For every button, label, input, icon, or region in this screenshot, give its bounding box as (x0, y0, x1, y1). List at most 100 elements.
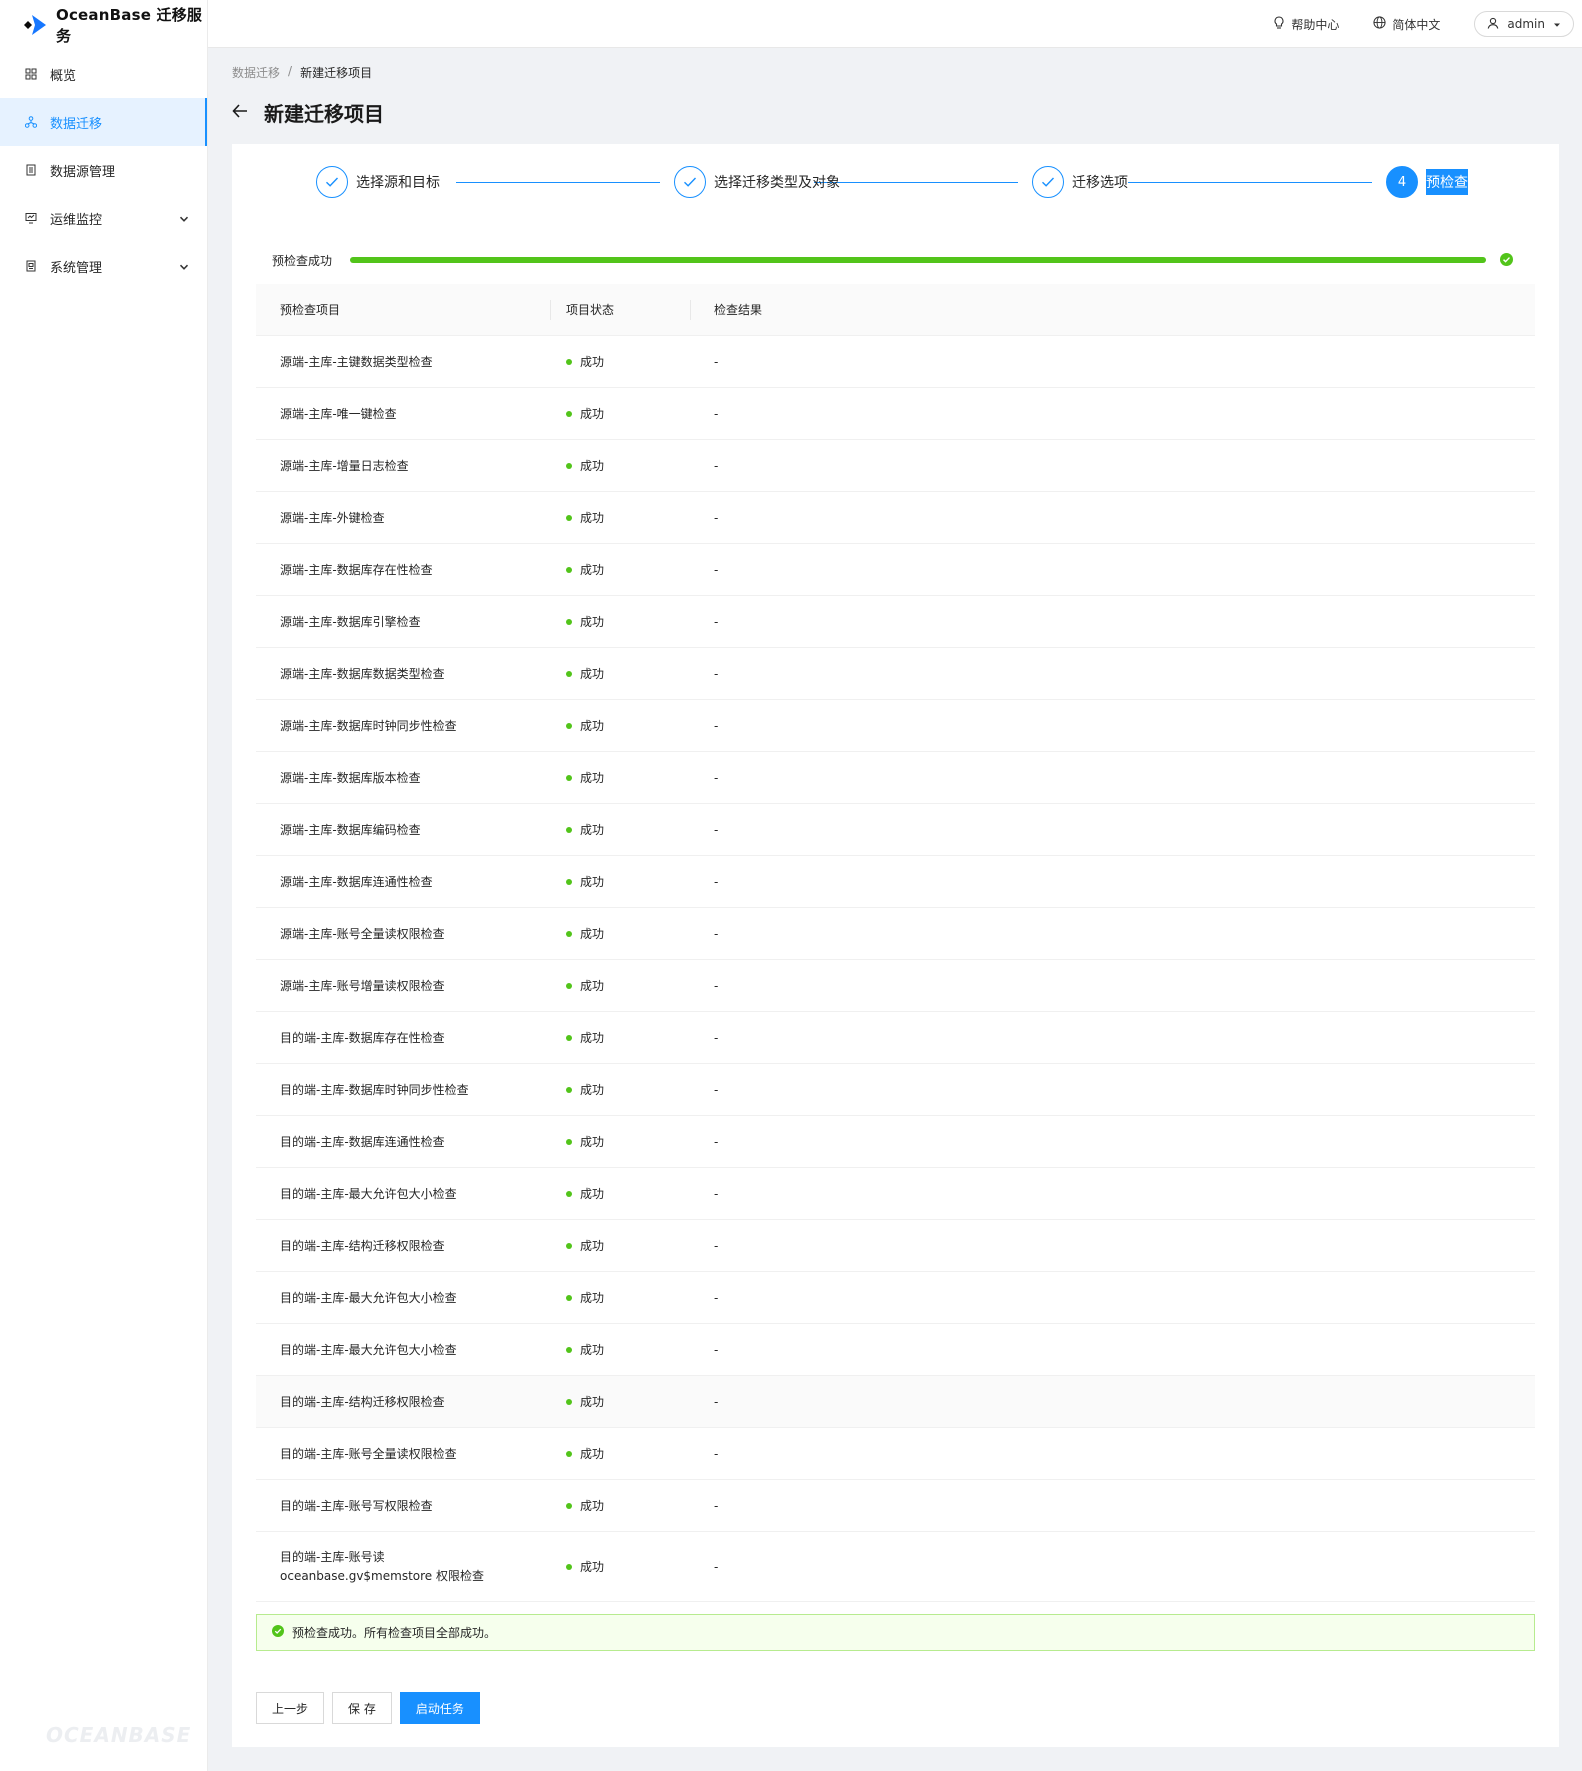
status-text: 成功 (580, 407, 605, 421)
status-cell: 成功 (550, 1558, 690, 1575)
precheck-item-name: 目的端-主库-账号全量读权限检查 (280, 1447, 457, 1461)
breadcrumb-separator: / (288, 64, 293, 78)
breadcrumb-parent[interactable]: 数据迁移 (232, 64, 280, 81)
user-name: admin (1507, 17, 1545, 31)
sidebar: OceanBase 迁移服务 概览 数据迁移 数据源管理 运维监控 系统管理 OCEAN… (0, 0, 208, 1771)
table-body: 源端-主库-主键数据类型检查 成功 - 源端-主库-唯一键检查 成功 - 源端-主库-增量日… (256, 336, 1535, 1602)
user-menu[interactable]: admin (1474, 11, 1574, 37)
globe-icon (1373, 16, 1386, 32)
progress-fill (350, 257, 1486, 263)
sidebar-item-5[interactable]: 系统管理 (0, 242, 207, 290)
language-switcher[interactable]: 简体中文 (1373, 16, 1440, 33)
table-row: 目的端-主库-数据库连通性检查 成功 - (256, 1116, 1535, 1168)
precheck-item-name: 源端-主库-数据库存在性检查 (280, 563, 433, 577)
user-icon (1487, 17, 1499, 32)
oceanbase-logo-icon (22, 11, 50, 39)
status-dot-icon (566, 1294, 572, 1301)
sidebar-item-4[interactable]: 运维监控 (0, 194, 207, 242)
status-dot-icon (566, 410, 572, 417)
save-button[interactable]: 保 存 (332, 1692, 392, 1724)
table-row: 源端-主库-唯一键检查 成功 - (256, 388, 1535, 440)
status-dot-icon (566, 1242, 572, 1249)
sidebar-item-label: 数据源管理 (50, 164, 116, 180)
caret-down-icon (1553, 17, 1561, 31)
status-cell: 成功 (550, 1393, 690, 1410)
table-row: 源端-主库-数据库引擎检查 成功 - (256, 596, 1535, 648)
check-result: - (714, 1134, 719, 1149)
status-dot-icon (566, 514, 572, 521)
help-center-link[interactable]: 帮助中心 (1273, 15, 1339, 33)
precheck-item-name: 源端-主库-数据库连通性检查 (280, 875, 433, 889)
monitor-icon (24, 211, 38, 225)
status-text: 成功 (580, 1239, 605, 1253)
status-dot-icon (566, 1346, 572, 1353)
table-row: 源端-主库-外键检查 成功 - (256, 492, 1535, 544)
status-text: 成功 (580, 1447, 605, 1461)
language-label: 简体中文 (1392, 17, 1441, 32)
check-result: - (714, 354, 719, 369)
page-title: 新建迁移项目 (264, 102, 384, 126)
check-circle-icon (1500, 253, 1513, 270)
table-row: 源端-主库-数据库编码检查 成功 - (256, 804, 1535, 856)
table-row: 目的端-主库-最大允许包大小检查 成功 - (256, 1272, 1535, 1324)
table-row: 目的端-主库-账号写权限检查 成功 - (256, 1480, 1535, 1532)
status-text: 成功 (580, 1135, 605, 1149)
status-text: 成功 (580, 1560, 605, 1574)
check-result: - (714, 1238, 719, 1253)
start-task-button[interactable]: 启动任务 (399, 1692, 480, 1724)
precheck-item-name: 目的端-主库-最大允许包大小检查 (280, 1187, 457, 1201)
status-text: 成功 (580, 1031, 605, 1045)
table-header: 预检查项目 项目状态 检查结果 (256, 284, 1535, 336)
sidebar-menu: 概览 数据迁移数据源管理运维监控 系统管理 (0, 50, 207, 290)
precheck-item-name: 目的端-主库-数据库时钟同步性检查 (280, 1083, 469, 1097)
status-text: 成功 (580, 875, 605, 889)
step-label: 选择源和目标 (356, 175, 440, 191)
back-arrow-icon[interactable] (232, 103, 248, 122)
page-title-row: 新建迁移项目 (232, 98, 384, 127)
precheck-table: 预检查项目 项目状态 检查结果 源端-主库-主键数据类型检查 成功 - 源端-主库-唯… (256, 284, 1535, 1602)
status-text: 成功 (580, 1187, 605, 1201)
app-name: OceanBase 迁移服务 (56, 6, 203, 45)
check-result: - (714, 666, 719, 681)
status-cell: 成功 (550, 1029, 690, 1046)
status-text: 成功 (580, 1291, 605, 1305)
check-result: - (714, 822, 719, 837)
sidebar-item-1[interactable]: 概览 (0, 50, 207, 98)
status-text: 成功 (580, 511, 605, 525)
status-cell: 成功 (550, 353, 690, 370)
app-logo[interactable]: OceanBase 迁移服务 (0, 0, 207, 50)
check-result: - (714, 1186, 719, 1201)
chevron-down-icon[interactable] (179, 261, 189, 271)
check-result: - (714, 926, 719, 941)
status-dot-icon (566, 1450, 572, 1457)
status-dot-icon (566, 878, 572, 885)
check-result: - (714, 406, 719, 421)
sidebar-item-3[interactable]: 数据源管理 (0, 146, 207, 194)
previous-step-button[interactable]: 上一步 (256, 1692, 325, 1724)
status-dot-icon (566, 930, 572, 937)
table-row: 源端-主库-增量日志检查 成功 - (256, 440, 1535, 492)
status-dot-icon (566, 1138, 572, 1145)
top-header: 帮助中心 简体中文 admin (208, 0, 1582, 48)
check-result: - (714, 770, 719, 785)
table-row: 源端-主库-主键数据类型检查 成功 - (256, 336, 1535, 388)
status-cell: 成功 (550, 1497, 690, 1514)
check-result: - (714, 1559, 719, 1574)
breadcrumb: 数据迁移 / 新建迁移项目 (232, 64, 372, 81)
status-cell: 成功 (550, 509, 690, 526)
table-row: 源端-主库-账号全量读权限检查 成功 - (256, 908, 1535, 960)
status-dot-icon (566, 1563, 572, 1570)
chevron-down-icon[interactable] (179, 213, 189, 223)
step-label: 预检查 (1426, 169, 1468, 195)
status-text: 成功 (580, 355, 605, 369)
table-row: 源端-主库-数据库数据类型检查 成功 - (256, 648, 1535, 700)
status-text: 成功 (580, 563, 605, 577)
status-cell: 成功 (550, 1133, 690, 1150)
lightbulb-icon (1273, 15, 1285, 33)
sidebar-item-2[interactable]: 数据迁移 (0, 98, 207, 146)
status-cell: 成功 (550, 925, 690, 942)
table-row: 源端-主库-数据库连通性检查 成功 - (256, 856, 1535, 908)
step-number: 4 (1386, 166, 1418, 198)
status-dot-icon (566, 566, 572, 573)
settings-doc-icon (24, 259, 38, 273)
